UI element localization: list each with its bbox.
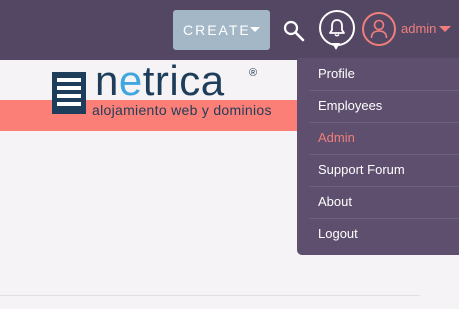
logo-mark: [52, 72, 86, 114]
divider: [0, 295, 420, 296]
user-silhouette-icon: [370, 19, 388, 39]
logo-letters-rest: trica: [142, 57, 225, 104]
chevron-down-icon[interactable]: [439, 26, 451, 32]
create-button-label: CREATE: [183, 22, 251, 38]
bell-speech-tail: [332, 43, 340, 50]
menu-item-admin[interactable]: Admin: [297, 122, 459, 154]
chevron-down-icon: [250, 27, 260, 32]
user-avatar-icon[interactable]: [362, 12, 396, 46]
user-name-link[interactable]: admin: [401, 21, 436, 36]
menu-item-about[interactable]: About: [297, 186, 459, 218]
user-dropdown-menu: Profile Employees Admin Support Forum Ab…: [297, 58, 459, 255]
create-button[interactable]: CREATE: [173, 10, 270, 50]
logo-wordmark: netrica: [95, 58, 225, 104]
search-icon[interactable]: [282, 19, 306, 43]
menu-item-logout[interactable]: Logout: [297, 218, 459, 250]
registered-mark: ®: [249, 67, 258, 79]
top-nav-bar: CREATE admin: [0, 0, 459, 60]
menu-item-employees[interactable]: Employees: [297, 90, 459, 122]
logo-letter-n: n: [95, 57, 119, 104]
notifications-button[interactable]: [319, 10, 355, 46]
logo-tagline: alojamiento web y dominios: [92, 102, 272, 118]
logo-letter-e: e: [118, 57, 143, 104]
bell-icon: [329, 19, 345, 37]
menu-item-support-forum[interactable]: Support Forum: [297, 154, 459, 186]
menu-item-profile[interactable]: Profile: [297, 58, 459, 90]
